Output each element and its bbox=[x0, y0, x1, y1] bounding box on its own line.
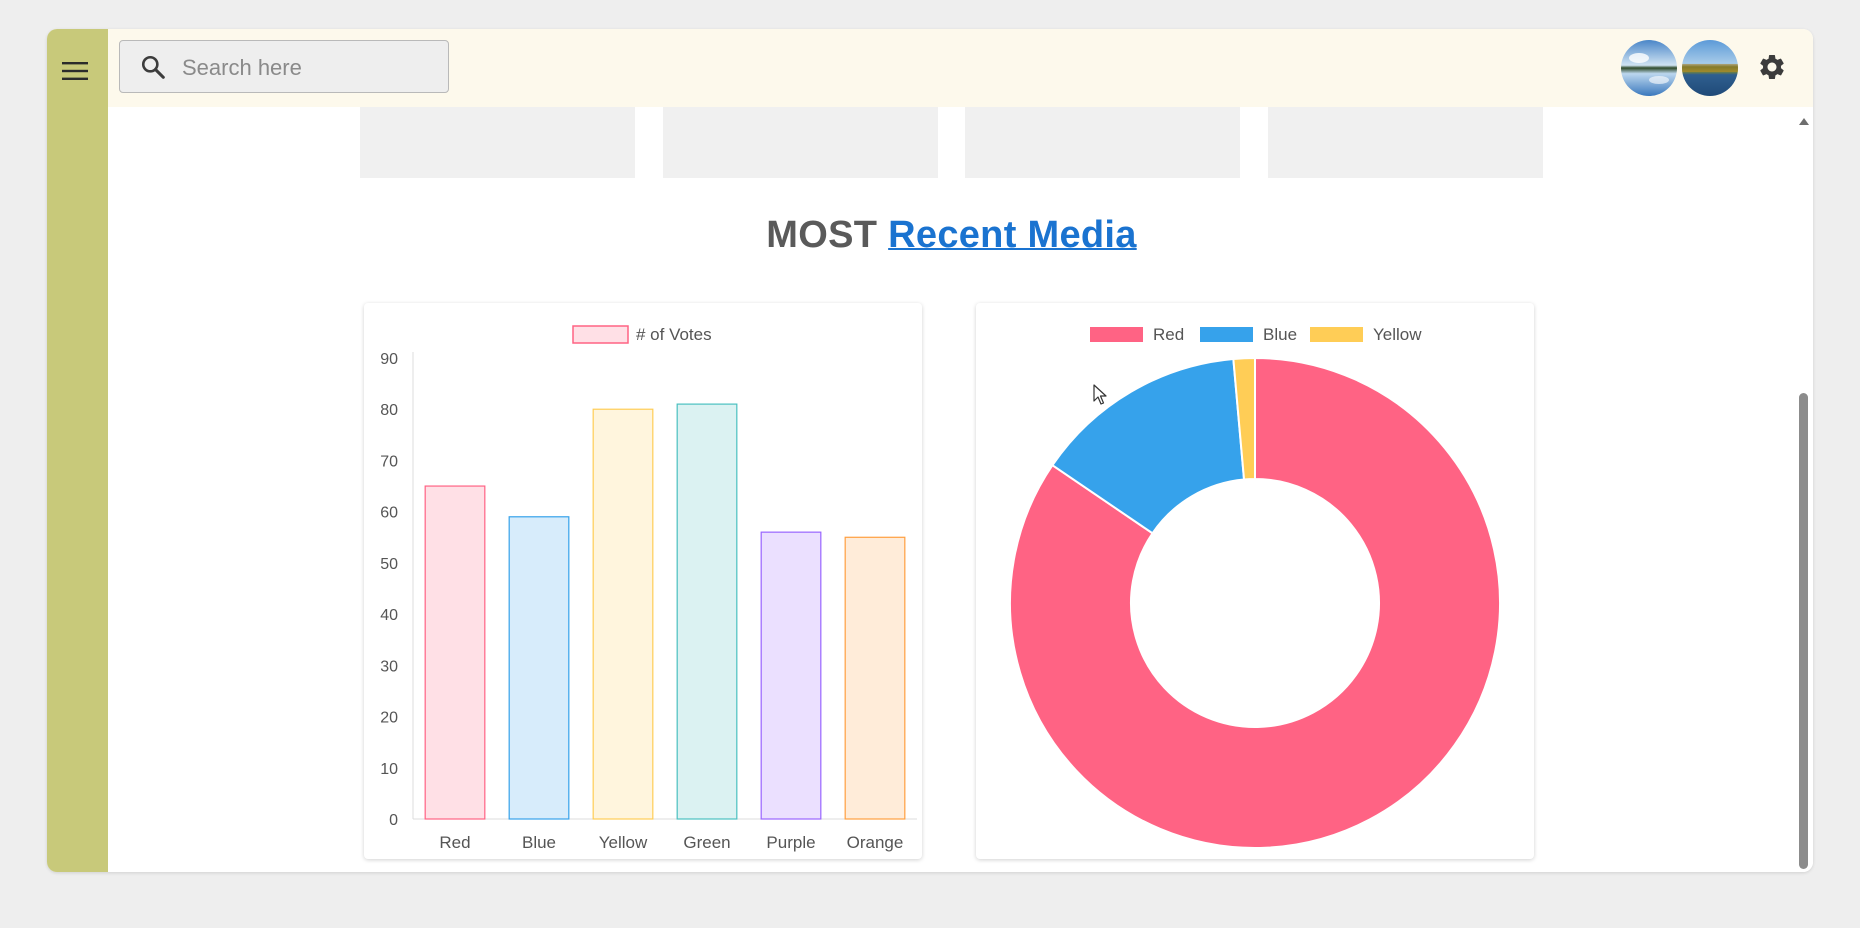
x-tick-label: Purple bbox=[766, 833, 815, 852]
bar-chart-card: # of Votes 0 10 20 30 40 50 60 70 80 90 Red Blue Yell… bbox=[364, 303, 922, 859]
bar-orange bbox=[844, 536, 906, 820]
menu-button[interactable] bbox=[55, 51, 95, 91]
sidebar bbox=[47, 29, 108, 872]
section-title: MOST Recent Media bbox=[108, 214, 1795, 257]
y-tick-label: 20 bbox=[380, 710, 398, 727]
search-box bbox=[119, 40, 449, 94]
bar-red bbox=[424, 485, 486, 820]
media-tile[interactable] bbox=[965, 107, 1240, 178]
y-tick-label: 40 bbox=[380, 607, 398, 624]
legend-swatch bbox=[1200, 327, 1253, 342]
app-window: MOST Recent Media # of Votes 0 10 20 30 40 50 6… bbox=[47, 29, 1813, 872]
bar-green bbox=[676, 403, 738, 820]
legend-swatch bbox=[1310, 327, 1363, 342]
search-input[interactable] bbox=[180, 41, 439, 94]
search-icon bbox=[141, 55, 165, 79]
vertical-scrollbar[interactable] bbox=[1795, 107, 1813, 872]
chart-legend: Red Blue Yellow bbox=[1090, 325, 1422, 344]
media-tile[interactable] bbox=[1268, 107, 1543, 178]
legend-label: Blue bbox=[1263, 325, 1297, 344]
y-tick-label: 50 bbox=[380, 556, 398, 573]
legend-swatch bbox=[572, 325, 629, 344]
y-tick-label: 60 bbox=[380, 505, 398, 522]
x-tick-label: Green bbox=[683, 833, 730, 852]
avatar[interactable] bbox=[1682, 40, 1738, 96]
section-title-prefix: MOST bbox=[766, 214, 878, 256]
x-tick-label: Blue bbox=[522, 833, 556, 852]
bar-yellow bbox=[592, 408, 654, 820]
legend-label: Yellow bbox=[1373, 325, 1422, 344]
x-tick-label: Red bbox=[439, 833, 470, 852]
y-tick-label: 30 bbox=[380, 658, 398, 675]
x-tick-label: Orange bbox=[847, 833, 904, 852]
top-bar bbox=[108, 29, 1813, 107]
gear-icon bbox=[1760, 54, 1784, 79]
chart-legend: # of Votes bbox=[572, 325, 712, 344]
y-tick-label: 70 bbox=[380, 453, 398, 470]
x-tick-label: Yellow bbox=[599, 833, 648, 852]
avatar-lake-image bbox=[1621, 40, 1677, 96]
bar-blue bbox=[508, 516, 570, 820]
main-content: MOST Recent Media # of Votes 0 10 20 30 40 50 6… bbox=[108, 107, 1795, 872]
scroll-thumb[interactable] bbox=[1799, 393, 1808, 869]
bar-purple bbox=[760, 531, 822, 820]
settings-button[interactable] bbox=[1752, 47, 1792, 87]
y-tick-label: 0 bbox=[389, 812, 398, 829]
y-tick-label: 10 bbox=[380, 761, 398, 778]
media-tile[interactable] bbox=[663, 107, 938, 178]
media-tile[interactable] bbox=[360, 107, 635, 178]
scroll-up-arrow-icon[interactable] bbox=[1798, 117, 1810, 127]
hamburger-menu-icon bbox=[62, 62, 88, 80]
doughnut-chart: Red Blue Yellow bbox=[1009, 325, 1501, 849]
avatar[interactable] bbox=[1621, 40, 1677, 96]
bar-chart: # of Votes 0 10 20 30 40 50 60 70 80 90 Red Blue Yell… bbox=[380, 325, 917, 852]
legend-label: Red bbox=[1153, 325, 1184, 344]
legend-label: # of Votes bbox=[636, 325, 712, 344]
y-tick-label: 80 bbox=[380, 402, 398, 419]
avatar-forest-lake-image bbox=[1682, 40, 1738, 96]
doughnut-chart-card: Red Blue Yellow bbox=[976, 303, 1534, 859]
y-tick-label: 90 bbox=[380, 351, 398, 368]
mouse-cursor-icon bbox=[1093, 384, 1107, 405]
legend-swatch bbox=[1090, 327, 1143, 342]
recent-media-link[interactable]: Recent Media bbox=[888, 214, 1137, 256]
